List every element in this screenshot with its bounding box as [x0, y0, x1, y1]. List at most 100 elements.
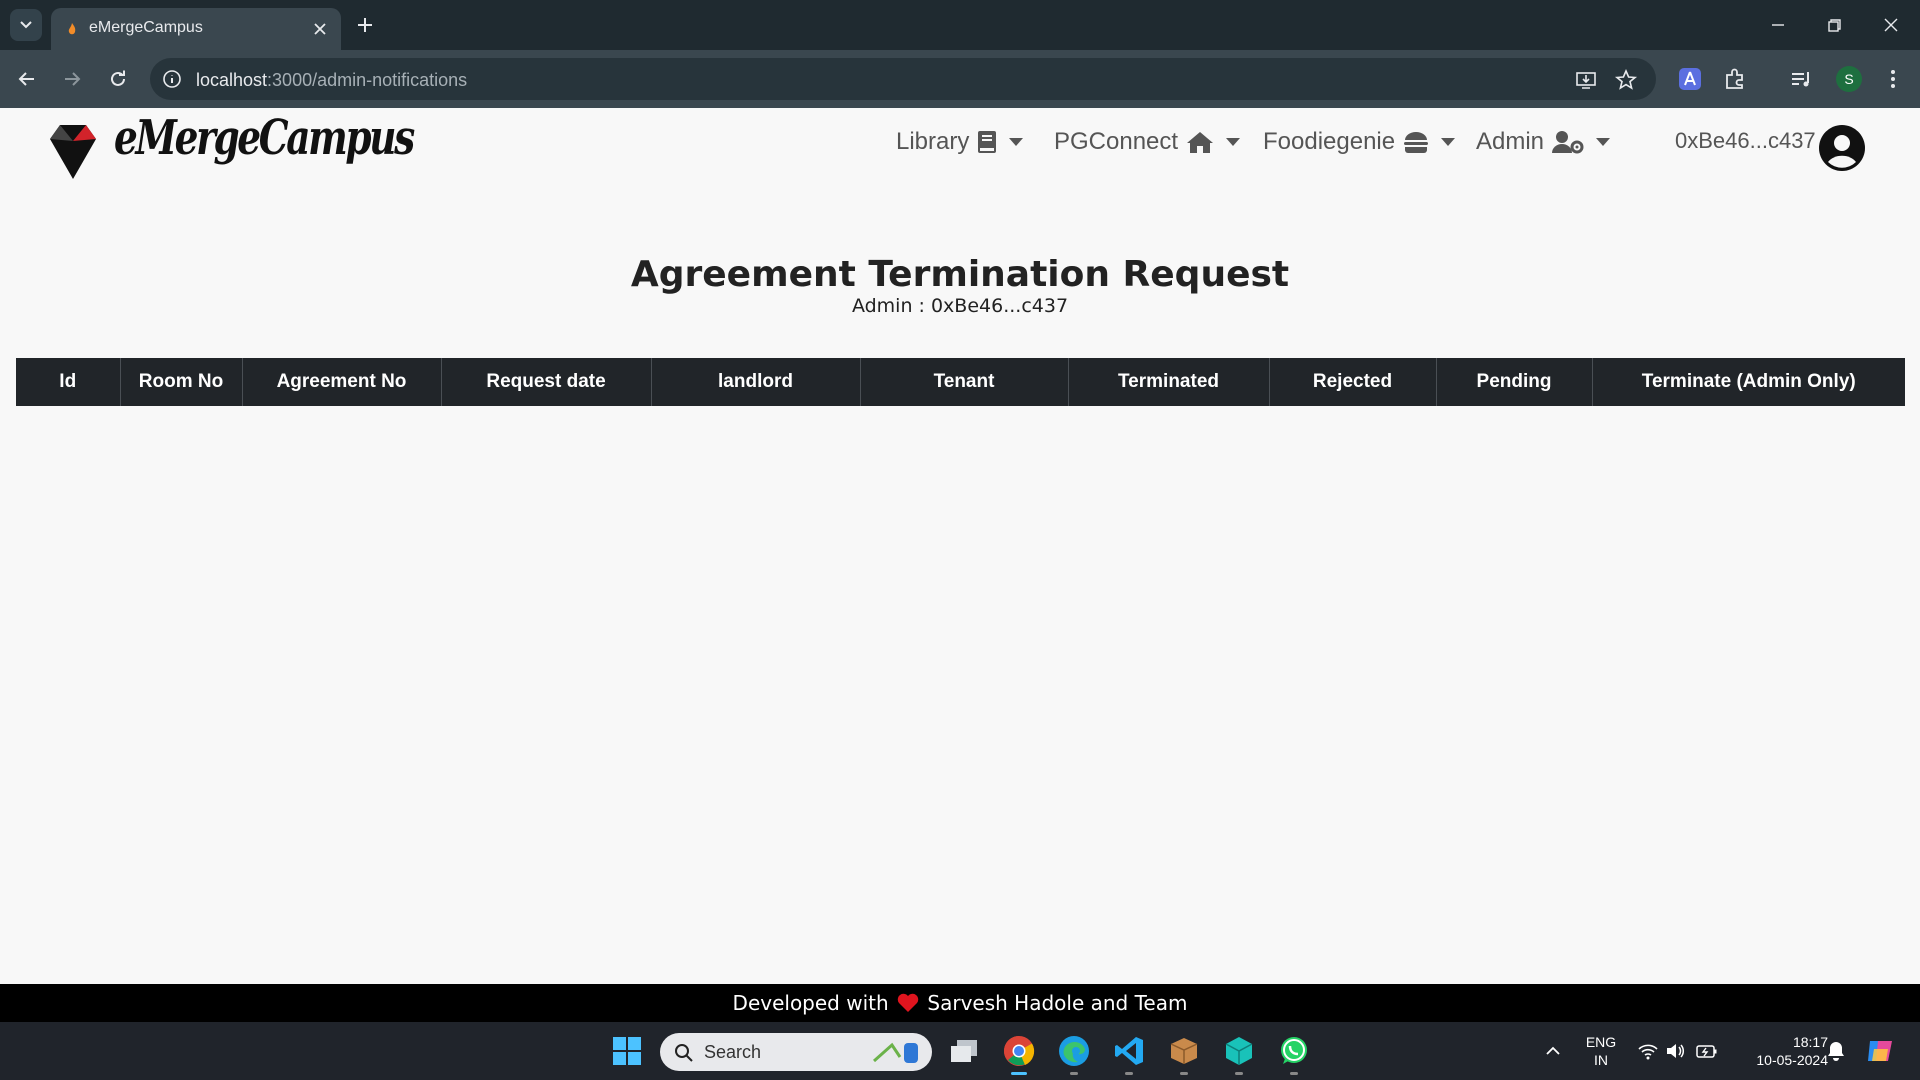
- taskbar-whatsapp[interactable]: [1275, 1032, 1313, 1070]
- nav-pgconnect-dropdown[interactable]: PGConnect: [1054, 128, 1241, 156]
- nav-library-label: Library: [896, 128, 970, 155]
- arrow-right-icon: [65, 72, 81, 86]
- volume-icon[interactable]: [1665, 1042, 1685, 1060]
- more-menu-icon[interactable]: [1880, 66, 1906, 92]
- col-landlord: landlord: [650, 358, 860, 406]
- heart-icon: [897, 993, 919, 1012]
- user-avatar-icon[interactable]: [1818, 124, 1866, 172]
- admin-address-subtitle: Admin : 0xBe46...c437: [851, 295, 1069, 317]
- active-app-indicator: [1011, 1072, 1027, 1075]
- running-app-indicator: [1290, 1072, 1298, 1075]
- col-tenant: Tenant: [859, 358, 1068, 406]
- extensions-puzzle-icon[interactable]: [1722, 66, 1748, 92]
- user-gear-icon: [1552, 131, 1584, 154]
- nav-admin-label: Admin: [1476, 128, 1545, 155]
- copilot-icon[interactable]: [1864, 1035, 1896, 1067]
- taskbar-edge[interactable]: [1055, 1032, 1093, 1070]
- nav-foodiegenie-dropdown[interactable]: Foodiegenie: [1263, 128, 1456, 156]
- nav-admin-dropdown[interactable]: Admin: [1476, 128, 1611, 156]
- start-button[interactable]: [608, 1032, 646, 1070]
- vscode-icon: [1115, 1037, 1143, 1065]
- reload-button[interactable]: [103, 64, 133, 94]
- nav-pgconnect-label: PGConnect: [1054, 128, 1179, 155]
- cube-icon: [1225, 1037, 1253, 1065]
- reload-icon: [111, 70, 125, 86]
- footer-prefix: Developed with: [732, 991, 889, 1015]
- clock-time: 18:17: [1792, 1034, 1828, 1050]
- close-window-icon[interactable]: [1878, 12, 1904, 38]
- burger-icon: [1404, 132, 1429, 153]
- nav-library-dropdown[interactable]: Library: [896, 128, 1024, 156]
- whatsapp-icon: [1281, 1037, 1307, 1064]
- running-app-indicator: [1180, 1072, 1188, 1075]
- search-highlight-icon: [873, 1042, 918, 1063]
- tab-title: eMergeCampus: [89, 19, 203, 36]
- task-view-icon: [951, 1040, 977, 1062]
- chevron-down-icon: [20, 21, 32, 29]
- install-app-icon[interactable]: [1574, 68, 1598, 92]
- windows-start-icon: [613, 1037, 641, 1065]
- search-icon: [675, 1044, 693, 1062]
- taskbar-chrome[interactable]: [1000, 1032, 1038, 1070]
- notification-bell-icon[interactable]: [1826, 1040, 1846, 1062]
- nav-foodiegenie-label: Foodiegenie: [1263, 128, 1396, 155]
- footer-credit: Sarvesh Hadole and Team: [927, 991, 1188, 1015]
- termination-request-table: Id Room No Agreement No Request date lan…: [16, 358, 1905, 406]
- page-title: Agreement Termination Request: [630, 254, 1290, 295]
- col-pending: Pending: [1435, 358, 1592, 406]
- close-tab-icon[interactable]: [311, 20, 329, 38]
- site-info-icon[interactable]: [162, 69, 182, 89]
- new-tab-plus-icon[interactable]: [352, 12, 378, 38]
- col-terminate-admin: Terminate (Admin Only): [1591, 358, 1905, 406]
- profile-avatar[interactable]: S: [1836, 66, 1862, 92]
- language-indicator[interactable]: ENG IN: [1580, 1033, 1622, 1069]
- battery-icon[interactable]: [1696, 1042, 1718, 1060]
- clock-date: 10-05-2024: [1756, 1052, 1828, 1068]
- url-text[interactable]: localhost:3000/admin-notifications: [196, 70, 467, 91]
- col-request-date: Request date: [440, 358, 651, 406]
- wifi-icon[interactable]: [1638, 1042, 1658, 1060]
- running-app-indicator: [1070, 1072, 1078, 1075]
- col-agreement-no: Agreement No: [241, 358, 441, 406]
- back-button[interactable]: [12, 64, 42, 94]
- url-host: localhost: [196, 70, 268, 90]
- url-path: :3000/admin-notifications: [267, 70, 468, 90]
- restore-icon[interactable]: [1821, 12, 1847, 38]
- browser-toolbar: localhost:3000/admin-notifications: [0, 50, 1920, 108]
- brand-logo-text[interactable]: eMergeCampus: [114, 110, 415, 166]
- minimize-icon[interactable]: [1765, 12, 1791, 38]
- task-view-button[interactable]: [945, 1032, 983, 1070]
- browser-tab-active[interactable]: eMergeCampus: [51, 8, 341, 50]
- forward-button[interactable]: [57, 64, 87, 94]
- wallet-address[interactable]: 0xBe46...c437: [1675, 128, 1816, 154]
- extension-app-icon[interactable]: [1677, 66, 1703, 92]
- chevron-down-icon: [1226, 138, 1241, 146]
- taskbar-search-label: Search: [704, 1042, 762, 1062]
- chevron-up-icon[interactable]: [1544, 1042, 1562, 1060]
- book-icon: [978, 131, 997, 153]
- system-clock[interactable]: 18:17 10-05-2024: [1736, 1033, 1828, 1069]
- arrow-left-icon: [18, 72, 34, 86]
- address-bar[interactable]: localhost:3000/admin-notifications: [150, 58, 1656, 100]
- media-control-icon[interactable]: [1788, 66, 1814, 92]
- browser-tab-bar: eMergeCampus: [0, 0, 1920, 50]
- col-rejected: Rejected: [1268, 358, 1436, 406]
- chevron-down-icon: [1441, 138, 1456, 146]
- running-app-indicator: [1125, 1072, 1133, 1075]
- home-icon: [1187, 132, 1214, 153]
- taskbar-package-app[interactable]: [1165, 1032, 1203, 1070]
- col-id: Id: [16, 358, 120, 406]
- chevron-down-icon: [1596, 138, 1611, 146]
- chevron-down-icon: [1009, 138, 1024, 146]
- running-app-indicator: [1235, 1072, 1243, 1075]
- col-room-no: Room No: [119, 358, 242, 406]
- bookmark-star-icon[interactable]: [1614, 68, 1638, 92]
- tab-search-button[interactable]: [10, 9, 42, 41]
- taskbar-vscode[interactable]: [1110, 1032, 1148, 1070]
- language-code: ENG: [1585, 1034, 1617, 1050]
- taskbar-search-box[interactable]: Search: [660, 1033, 932, 1071]
- chrome-icon: [1003, 1036, 1035, 1066]
- flame-favicon-icon: [68, 23, 76, 35]
- taskbar-cube-app[interactable]: [1220, 1032, 1258, 1070]
- emerge-logo-icon[interactable]: [48, 116, 98, 186]
